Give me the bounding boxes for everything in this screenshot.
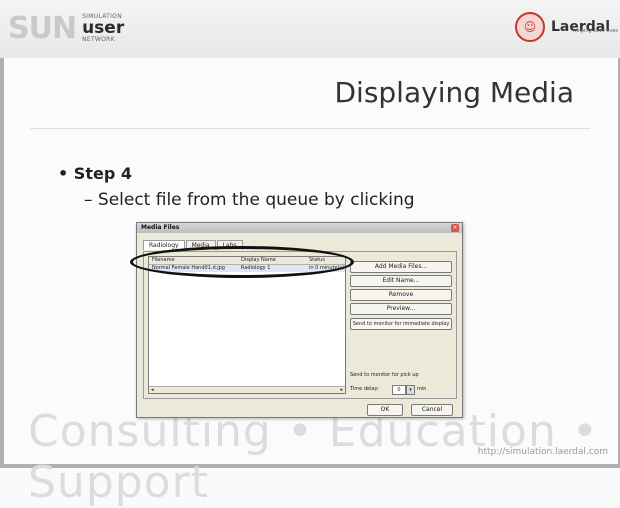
laerdal-emblem-icon: ☺: [514, 12, 545, 42]
edit-name-button[interactable]: Edit Name...: [350, 275, 452, 287]
chevron-down-icon[interactable]: ▾: [406, 385, 415, 395]
scroll-right-icon[interactable]: ▸: [340, 387, 343, 393]
logo-tiny-bottom: NETWORK: [82, 35, 115, 43]
delay-unit-label: min: [417, 386, 427, 392]
watermark-text: Consulting • Education • Support: [28, 406, 599, 508]
bullet-step: • Step 4: [58, 164, 132, 183]
remove-button[interactable]: Remove: [350, 289, 452, 301]
time-delay-input[interactable]: 0: [392, 385, 406, 395]
footer-url: http://simulation.laerdal.com: [477, 447, 608, 457]
bullet-text: Step 4: [73, 164, 132, 183]
logo-user-block: SIMULATION user NETWORK: [82, 13, 125, 43]
cancel-button[interactable]: Cancel: [411, 404, 453, 416]
scroll-left-icon[interactable]: ◂: [151, 387, 154, 393]
logo-user-word: user: [82, 17, 125, 38]
dialog-title: Media Files: [141, 224, 180, 231]
slide-title: Displaying Media: [334, 76, 574, 109]
title-divider: [30, 128, 590, 129]
send-for-pickup-label: Send to monitor for pick up: [350, 372, 419, 378]
bullet-dot: •: [58, 164, 74, 183]
preview-button[interactable]: Preview...: [350, 303, 452, 315]
sun-user-network-logo: SUN SIMULATION user NETWORK: [8, 10, 125, 46]
horizontal-scrollbar[interactable]: ◂ ▸: [149, 386, 345, 393]
header-bar: SUN SIMULATION user NETWORK ☺ Laerdal he…: [0, 0, 620, 59]
laerdal-tagline: helping save lives: [573, 28, 618, 34]
send-immediate-button[interactable]: Send to monitor for immediate display: [350, 318, 452, 330]
time-delay-label: Time delay:: [350, 386, 379, 392]
ok-button[interactable]: OK: [367, 404, 403, 416]
sub-bullet: – Select file from the queue by clicking: [84, 190, 415, 210]
laerdal-logo: ☺ Laerdal: [514, 12, 610, 42]
dialog-titlebar: Media Files ×: [137, 223, 462, 233]
add-media-files-button[interactable]: Add Media Files...: [350, 261, 452, 273]
highlight-ellipse: [130, 246, 354, 278]
slide: SUN SIMULATION user NETWORK ☺ Laerdal he…: [0, 0, 620, 508]
close-icon[interactable]: ×: [451, 224, 459, 232]
logo-letters: SUN: [8, 10, 77, 46]
